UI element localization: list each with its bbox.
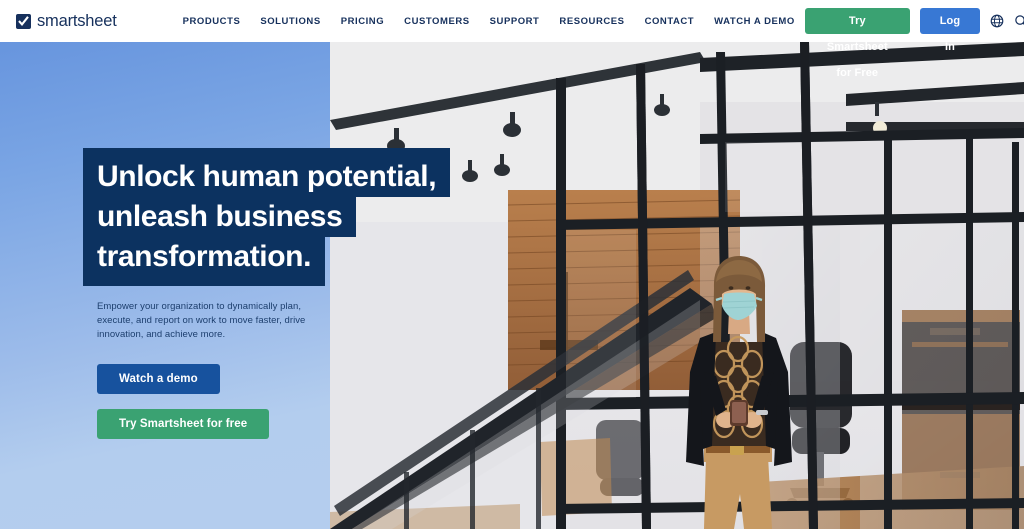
header-login-button[interactable]: Log In bbox=[919, 8, 981, 53]
nav-item-watch-a-demo[interactable]: WATCH A DEMO bbox=[704, 10, 805, 33]
smartsheet-check-logo-icon bbox=[16, 13, 31, 29]
site-header: smartsheet PRODUCTS SOLUTIONS PRICING CU… bbox=[0, 0, 1024, 79]
main-navigation: PRODUCTS SOLUTIONS PRICING CUSTOMERS SUP… bbox=[173, 10, 805, 33]
search-icon[interactable] bbox=[1014, 11, 1024, 31]
headline-line-1: Unlock human potential, bbox=[83, 148, 451, 197]
nav-item-solutions[interactable]: SOLUTIONS bbox=[250, 10, 330, 33]
headline-line-3: transformation. bbox=[83, 237, 326, 286]
nav-item-pricing[interactable]: PRICING bbox=[331, 10, 394, 33]
page: smartsheet PRODUCTS SOLUTIONS PRICING CU… bbox=[0, 0, 1024, 529]
header-actions: Try Smartsheet for Free Log In bbox=[804, 8, 1024, 79]
smartsheet-logo[interactable]: smartsheet bbox=[16, 13, 117, 30]
hero-headline: Unlock human potential, unleash business… bbox=[83, 148, 451, 286]
nav-item-customers[interactable]: CUSTOMERS bbox=[394, 10, 479, 33]
headline-line-2: unleash business bbox=[83, 197, 357, 237]
logo-wordmark: smartsheet bbox=[37, 11, 117, 30]
globe-icon[interactable] bbox=[990, 11, 1004, 31]
nav-item-resources[interactable]: RESOURCES bbox=[549, 10, 634, 33]
nav-item-contact[interactable]: CONTACT bbox=[635, 10, 705, 33]
nav-item-support[interactable]: SUPPORT bbox=[480, 10, 550, 33]
hero-subcopy: Empower your organization to dynamically… bbox=[97, 301, 306, 340]
header-try-free-button[interactable]: Try Smartsheet for Free bbox=[804, 8, 910, 79]
nav-item-products[interactable]: PRODUCTS bbox=[173, 10, 251, 33]
watch-a-demo-button[interactable]: Watch a demo bbox=[97, 364, 220, 394]
try-smartsheet-free-button[interactable]: Try Smartsheet for free bbox=[97, 409, 270, 439]
